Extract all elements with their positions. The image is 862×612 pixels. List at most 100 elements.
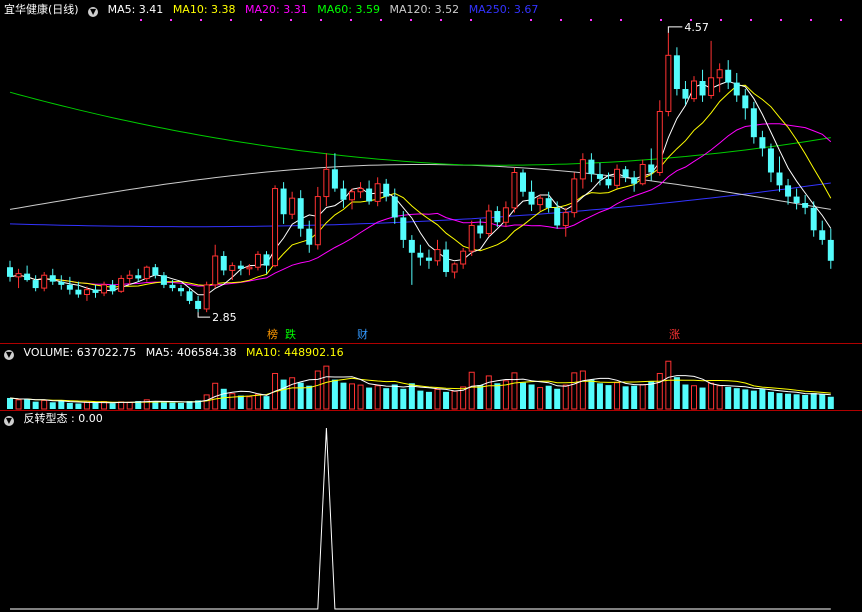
candle-body-up xyxy=(485,210,492,235)
candle-body-down xyxy=(802,203,809,208)
stock-title: 宜华健康(日线) xyxy=(4,3,79,16)
candle-body-down xyxy=(7,267,13,277)
low-price-label: 2.85 xyxy=(212,311,237,324)
candle-body-down xyxy=(220,255,227,271)
signal-dot xyxy=(140,19,142,21)
volume-bar-up xyxy=(579,370,586,410)
volume-bar-up xyxy=(229,393,236,410)
candle-body-down xyxy=(237,265,244,269)
volume-bar-down xyxy=(545,385,552,409)
volume-bar-down xyxy=(75,403,82,409)
volume-bar-down xyxy=(648,381,655,409)
signal-dot xyxy=(780,19,782,21)
marker-cai[interactable]: 财 xyxy=(356,328,369,341)
candle-body-down xyxy=(443,249,450,273)
volume-bar-down xyxy=(622,386,629,409)
candle-body-down xyxy=(588,159,595,175)
ma250-label: MA250: 3.67 xyxy=(468,3,539,16)
price-pane: 4.57 2.85 宜华健康(日线) ▼ MA5: 3.41 MA10: 3.38… xyxy=(0,0,862,343)
volume-bar-down xyxy=(793,394,800,409)
volume-bar-up xyxy=(357,384,364,410)
volume-bar-down xyxy=(443,391,450,409)
candle-body-down xyxy=(520,172,526,192)
signal-dot xyxy=(380,19,382,21)
volume-bar-down xyxy=(520,382,526,409)
candle-body-down xyxy=(827,239,834,261)
candle-body-up xyxy=(434,249,441,262)
candle-body-up xyxy=(289,197,296,215)
candle-body-down xyxy=(24,273,31,281)
volume-bar-up xyxy=(562,384,569,410)
candle-body-up xyxy=(314,196,321,246)
candle-body-down xyxy=(169,284,176,289)
indicator-pane: ▼ 反转型态 : 0.00 xyxy=(0,410,862,612)
candle-body-up xyxy=(708,77,715,96)
volume-bar-down xyxy=(810,393,817,409)
volume-bar-up xyxy=(537,387,544,410)
chevron-down-icon[interactable]: ▼ xyxy=(4,416,14,426)
candle-body-down xyxy=(366,188,373,202)
marker-zhang[interactable]: 涨 xyxy=(668,328,681,341)
candle-body-up xyxy=(691,80,697,100)
volume-bar-down xyxy=(673,377,680,409)
candle-body-up xyxy=(126,274,133,279)
candle-body-down xyxy=(32,280,39,289)
candle-body-down xyxy=(725,69,732,83)
volume-bar-down xyxy=(408,383,415,409)
volume-bar-down xyxy=(802,394,809,409)
candle-body-down xyxy=(178,288,184,292)
candle-body-down xyxy=(417,252,424,258)
volume-bar-down xyxy=(383,388,390,409)
volume-bar-down xyxy=(58,401,65,409)
candle-body-up xyxy=(460,250,467,265)
volume-bar-down xyxy=(306,385,313,409)
candle-body-up xyxy=(537,197,544,206)
volume-bar-down xyxy=(391,384,398,409)
volume-bar-down xyxy=(49,402,56,409)
candle-body-up xyxy=(571,178,578,214)
price-legend: 宜华健康(日线) ▼ MA5: 3.41 MA10: 3.38 MA20: 3.… xyxy=(4,3,544,17)
volume-ma5-label: MA5: 406584.38 xyxy=(145,346,237,359)
volume-bar-down xyxy=(631,385,638,409)
marker-die[interactable]: 跌 xyxy=(284,328,297,341)
candle-body-down xyxy=(682,89,689,99)
volume-ma10-label: MA10: 448902.16 xyxy=(245,346,344,359)
marker-bang[interactable]: 榜 xyxy=(266,328,279,341)
chevron-down-icon[interactable]: ▼ xyxy=(4,350,14,360)
candle-body-up xyxy=(716,69,723,79)
ma10-label: MA10: 3.38 xyxy=(172,3,236,16)
candle-body-down xyxy=(605,178,612,186)
candle-body-down xyxy=(400,217,407,240)
volume-bar-up xyxy=(434,388,441,410)
candle-body-down xyxy=(425,257,432,261)
candle-body-up xyxy=(451,263,458,273)
candle-body-down xyxy=(297,198,304,229)
candle-body-down xyxy=(631,177,638,184)
volume-bar-down xyxy=(152,401,159,409)
ma5-label: MA5: 3.41 xyxy=(107,3,164,16)
volume-bar-down xyxy=(220,388,227,409)
volume-bar-down xyxy=(66,402,73,409)
volume-bar-down xyxy=(366,387,373,409)
volume-bar-up xyxy=(451,390,458,410)
candle-body-up xyxy=(511,172,518,209)
volume-bar-up xyxy=(708,382,715,410)
candle-body-down xyxy=(819,230,826,240)
high-price-pointer xyxy=(667,26,683,33)
candle-body-up xyxy=(323,168,330,198)
volume-bar-down xyxy=(400,388,407,409)
volume-legend: ▼ VOLUME: 637022.75 MA5: 406584.38 MA10:… xyxy=(4,346,350,360)
volume-bar-up xyxy=(468,371,475,410)
volume-bar-up xyxy=(118,401,125,410)
volume-bar-up xyxy=(314,370,321,410)
candle-body-down xyxy=(160,275,167,285)
chevron-down-icon[interactable]: ▼ xyxy=(88,7,99,17)
candle-body-up xyxy=(246,266,253,270)
candle-body-up xyxy=(143,266,150,279)
candle-body-down xyxy=(109,284,116,292)
volume-bar-down xyxy=(554,388,561,409)
volume-bar-down xyxy=(169,402,176,409)
candle-body-down xyxy=(767,148,774,173)
volume-bar-down xyxy=(477,385,484,409)
candle-body-down xyxy=(195,300,202,309)
